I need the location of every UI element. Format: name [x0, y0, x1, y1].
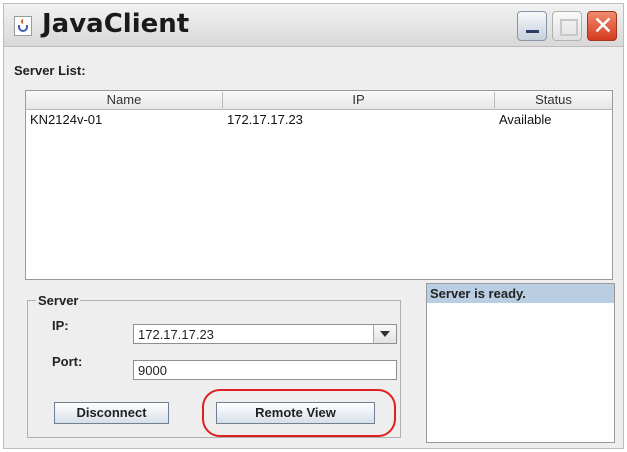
ip-dropdown[interactable]: 172.17.17.23 [133, 324, 397, 344]
maximize-icon [560, 19, 578, 36]
port-label: Port: [52, 354, 83, 369]
server-table[interactable]: Name IP Status KN2124v-01 172.17.17.23 A… [25, 90, 613, 280]
main-panel: Server List: Name IP Status KN2124v-01 1… [3, 47, 624, 449]
server-name-cell: KN2124v-01 [30, 112, 103, 127]
column-header-ip[interactable]: IP [223, 92, 495, 108]
java-cup-icon[interactable] [14, 16, 32, 36]
minimize-button[interactable] [517, 11, 547, 41]
server-group-title: Server [36, 293, 81, 308]
status-message: Server is ready. [427, 284, 614, 303]
ip-label: IP: [52, 318, 69, 333]
app-window: JavaClient ✕ Server List: Name IP Status… [3, 3, 624, 449]
close-button[interactable]: ✕ [587, 11, 617, 41]
server-ip-cell: 172.17.17.23 [227, 112, 303, 127]
server-status-cell: Available [499, 112, 552, 127]
disconnect-button[interactable]: Disconnect [54, 402, 169, 424]
title-bar[interactable]: JavaClient ✕ [3, 3, 624, 47]
maximize-button[interactable] [552, 11, 582, 41]
highlight-circle [202, 389, 396, 437]
minimize-icon [526, 30, 539, 33]
port-field[interactable] [134, 361, 392, 379]
port-field-box [133, 360, 397, 380]
server-group: Server IP: 172.17.17.23 Port: Disconnect… [27, 293, 401, 438]
server-list-label: Server List: [14, 63, 86, 78]
dropdown-arrow-button[interactable] [373, 325, 396, 343]
status-panel: Server is ready. [426, 283, 615, 443]
column-header-status[interactable]: Status [495, 92, 612, 108]
ip-dropdown-value: 172.17.17.23 [138, 327, 214, 342]
table-row[interactable]: KN2124v-01 172.17.17.23 Available [26, 111, 612, 129]
chevron-down-icon [380, 331, 390, 337]
close-icon: ✕ [592, 11, 614, 40]
window-title: JavaClient [42, 9, 190, 39]
column-header-name[interactable]: Name [26, 92, 223, 108]
table-header: Name IP Status [26, 91, 612, 110]
